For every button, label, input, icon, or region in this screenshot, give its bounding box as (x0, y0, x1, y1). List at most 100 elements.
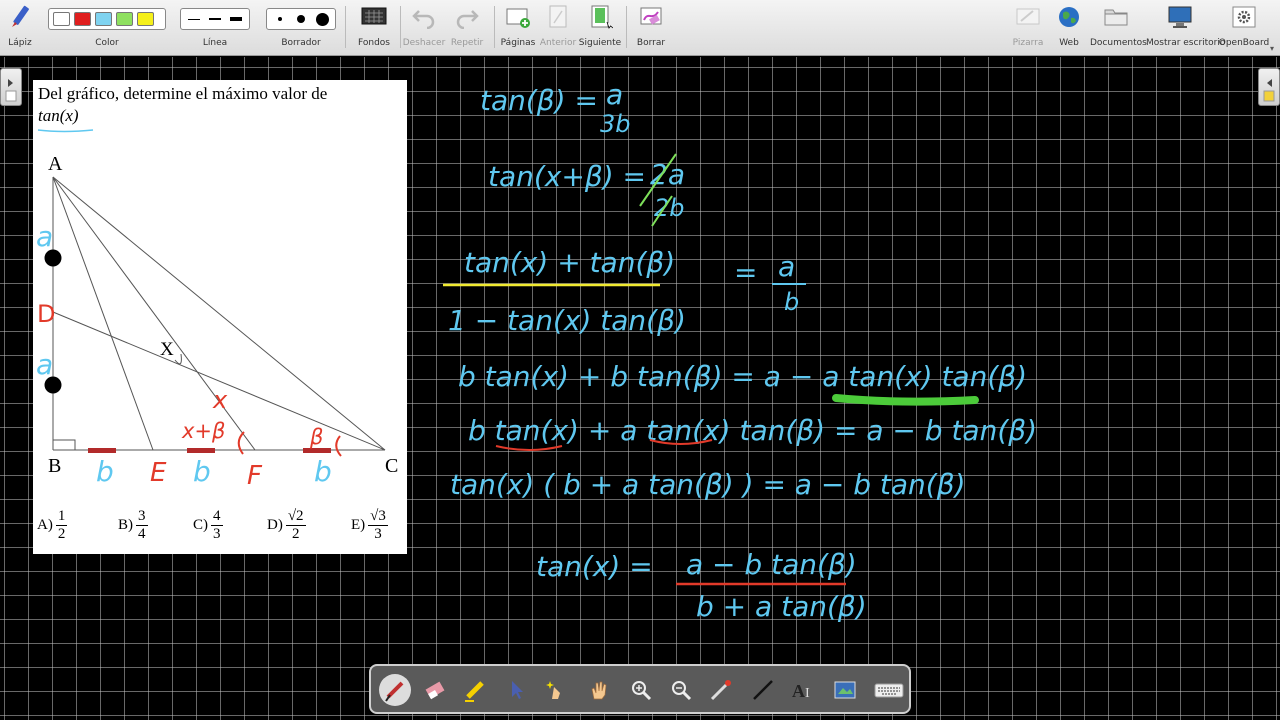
globe-icon (1059, 7, 1079, 27)
highlighter-icon (465, 681, 484, 702)
redo-label: Repetir (450, 38, 484, 48)
show-desktop-label: Mostrar escritorio (1146, 38, 1226, 48)
color-swatch-green[interactable] (116, 12, 133, 26)
svg-text:A: A (792, 681, 805, 701)
previous-page-label: Anterior (539, 38, 577, 48)
color-group: Color (46, 0, 168, 56)
toolbar: Lápiz Color Línea Borrador Fondos Deshac… (0, 0, 1280, 56)
redo-button[interactable]: Repetir (446, 0, 488, 56)
line-width-picker (180, 8, 250, 30)
option-letter: D) (267, 517, 283, 533)
backgrounds-button[interactable]: Fondos (352, 0, 396, 56)
undo-icon (412, 10, 435, 29)
svg-text:I: I (805, 686, 810, 701)
option-denominator: 2 (291, 526, 300, 542)
next-page-icon (591, 5, 613, 29)
eraser-size-picker (266, 8, 336, 30)
option-numerator: 1 (55, 508, 68, 526)
pen-tool[interactable]: Lápiz (2, 0, 38, 56)
openboard-label: OpenBoard (1218, 38, 1270, 48)
show-desktop-button[interactable]: Mostrar escritorio (1146, 0, 1226, 56)
next-page-button[interactable]: Siguiente (578, 0, 622, 56)
previous-page-icon (549, 5, 567, 28)
separator (345, 6, 346, 48)
zoom-in-dock-button[interactable] (625, 674, 657, 706)
option-c[interactable]: C) 4 3 (193, 508, 223, 543)
laser-pointer-icon (710, 680, 731, 701)
color-swatch-yellow[interactable] (137, 12, 154, 26)
color-label: Color (95, 38, 119, 48)
backgrounds-label: Fondos (358, 38, 390, 48)
board-label: Pizarra (1012, 38, 1044, 48)
vertex-b-label: B (48, 455, 62, 477)
color-swatch-red[interactable] (74, 12, 91, 26)
option-numerator: 3 (136, 508, 148, 526)
selector-dock-button[interactable] (501, 674, 533, 706)
hand-dock-button[interactable] (583, 674, 615, 706)
text-dock-button[interactable]: AI (787, 674, 819, 706)
separator (400, 6, 401, 48)
option-a[interactable]: A) 1 2 (37, 508, 68, 543)
option-letter: A) (37, 517, 53, 533)
clear-button[interactable]: Borrar (630, 0, 672, 56)
highlighter-dock-button[interactable] (459, 674, 491, 706)
openboard-menu-button[interactable]: OpenBoard (1218, 0, 1270, 56)
add-page-icon (506, 8, 530, 28)
option-e[interactable]: E) √3 3 (351, 508, 388, 543)
next-page-label: Siguiente (578, 38, 622, 48)
option-letter: B) (118, 517, 133, 533)
documents-button[interactable]: Documentos (1090, 0, 1147, 56)
vertex-a-label: A (48, 153, 63, 175)
hand-icon (591, 681, 607, 700)
zoom-out-dock-button[interactable] (665, 674, 697, 706)
previous-page-button[interactable]: Anterior (538, 0, 578, 56)
option-denominator: 4 (138, 526, 146, 542)
eraser-small-button[interactable] (271, 11, 288, 27)
pages-button[interactable]: Páginas (498, 0, 538, 56)
clear-label: Borrar (636, 38, 666, 48)
color-swatch-white[interactable] (53, 12, 70, 26)
color-swatch-blue[interactable] (95, 12, 112, 26)
option-denominator: 3 (213, 526, 221, 542)
line-medium-button[interactable] (206, 11, 223, 27)
board-icon (1016, 8, 1040, 25)
left-palette-toggle[interactable] (0, 68, 22, 106)
right-palette-toggle[interactable] (1258, 68, 1280, 106)
line-tool-icon (753, 680, 773, 700)
eraser-large-button[interactable] (314, 11, 331, 27)
eraser-medium-button[interactable] (292, 11, 309, 27)
color-palette (48, 8, 166, 30)
problem-card[interactable]: Del gráfico, determine el máximo valor d… (33, 80, 407, 554)
web-label: Web (1059, 38, 1079, 48)
capture-dock-button[interactable] (829, 674, 861, 706)
line-group: Línea (178, 0, 252, 56)
option-b[interactable]: B) 3 4 (118, 508, 148, 543)
line-label: Línea (202, 38, 228, 48)
board-mode-button[interactable]: Pizarra (1008, 0, 1048, 56)
pages-label: Páginas (500, 38, 536, 48)
line-dock-button[interactable] (747, 674, 779, 706)
interact-dock-button[interactable] (541, 674, 573, 706)
option-d[interactable]: D) √2 2 (267, 508, 306, 543)
line-thick-button[interactable] (228, 11, 245, 27)
line-thin-button[interactable] (185, 11, 202, 27)
undo-button[interactable]: Deshacer (402, 0, 446, 56)
separator (626, 6, 627, 48)
tool-dock: AI (369, 664, 911, 714)
option-numerator: √3 (368, 508, 388, 526)
eraser-dock-button[interactable] (419, 674, 451, 706)
pen-icon (385, 681, 404, 702)
undo-label: Deshacer (402, 38, 446, 48)
backgrounds-icon (361, 7, 387, 25)
web-button[interactable]: Web (1050, 0, 1088, 56)
eraser-icon (425, 681, 445, 700)
text-tool-icon: AI (792, 681, 810, 701)
monitor-icon (1168, 6, 1192, 28)
gear-icon (1232, 6, 1256, 28)
chevron-left-icon (1263, 79, 1275, 102)
keyboard-dock-button[interactable] (869, 674, 909, 706)
chevron-down-icon[interactable]: ▾ (1270, 44, 1274, 53)
pen-dock-button[interactable] (379, 674, 411, 706)
folder-icon (1104, 9, 1128, 26)
laser-pointer-dock-button[interactable] (705, 674, 737, 706)
